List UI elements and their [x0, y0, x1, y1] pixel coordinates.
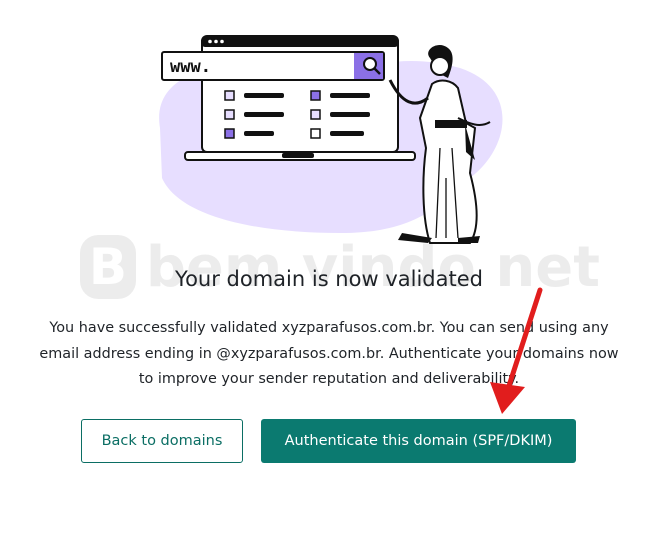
back-to-domains-button[interactable]: Back to domains	[81, 419, 243, 463]
url-bar: www.	[161, 51, 385, 81]
red-arrow-annotation	[490, 287, 543, 414]
domain-validated-illustration: www.	[159, 35, 503, 244]
url-text: www.	[170, 57, 211, 77]
authenticate-domain-button[interactable]: Authenticate this domain (SPF/DKIM)	[261, 419, 576, 463]
